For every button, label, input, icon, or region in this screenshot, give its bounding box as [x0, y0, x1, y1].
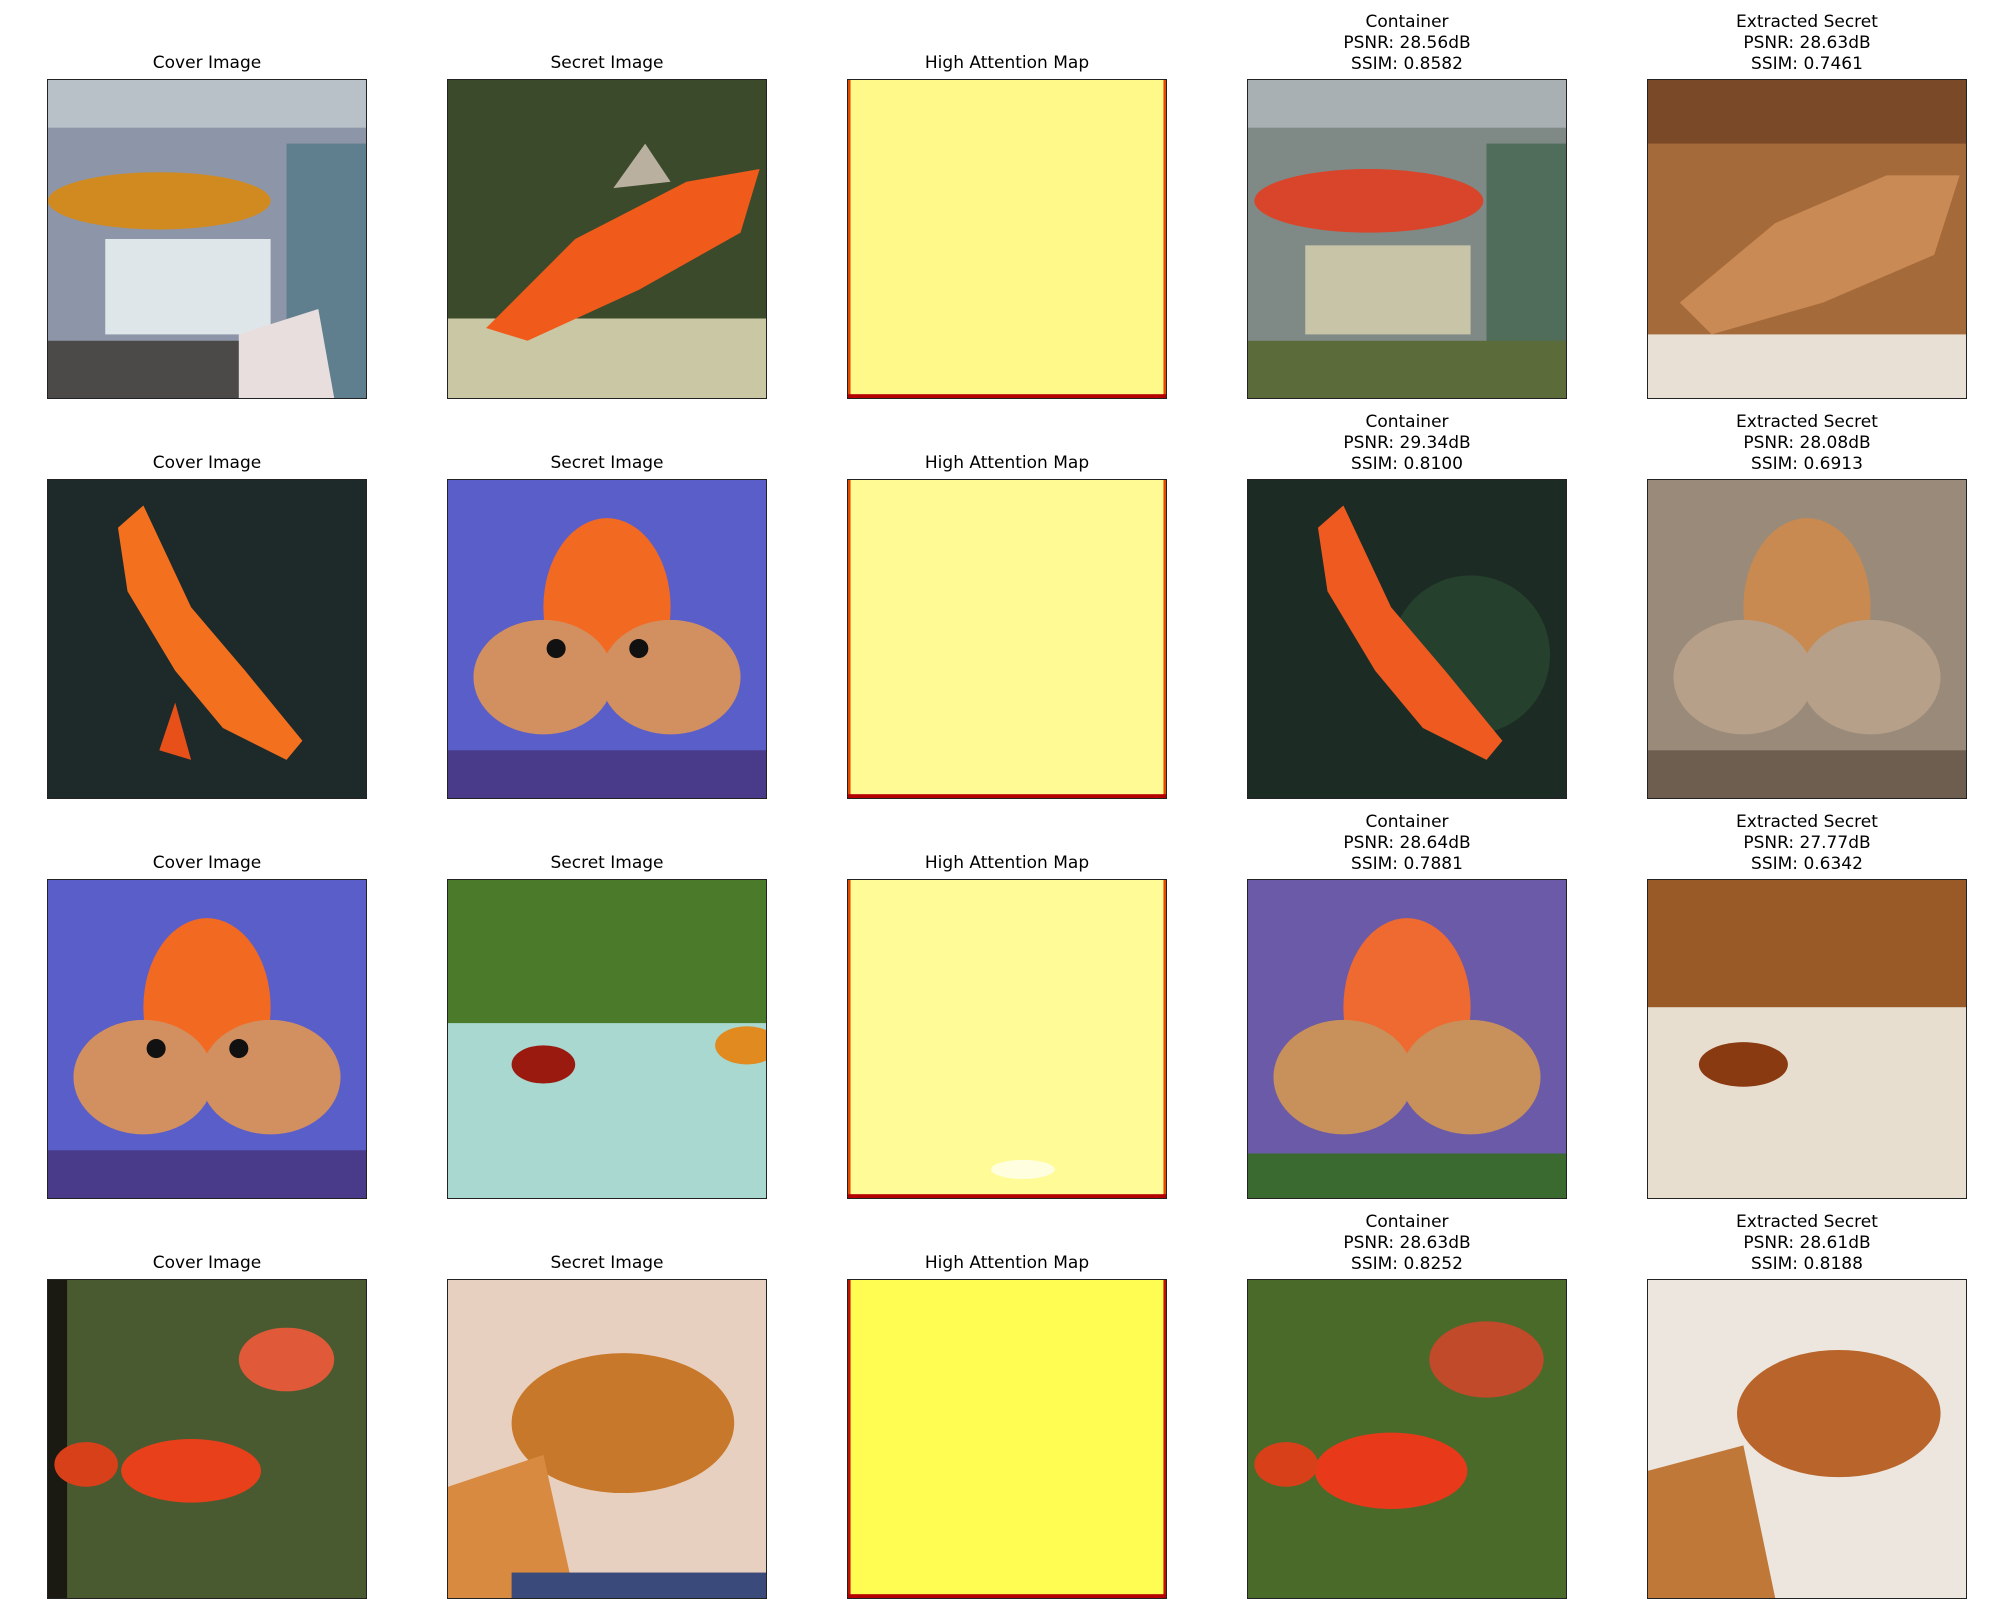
panel-title: Container PSNR: 29.34dB SSIM: 0.8100	[1343, 412, 1471, 474]
secret-image	[447, 1279, 767, 1599]
extracted-image	[1647, 1279, 1967, 1599]
panel-title: Extracted Secret PSNR: 28.61dB SSIM: 0.8…	[1736, 1212, 1878, 1274]
panel-title: Cover Image	[152, 853, 262, 873]
cover-image	[47, 879, 367, 1199]
attention-map	[847, 1279, 1167, 1599]
panel-title: Extracted Secret PSNR: 28.08dB SSIM: 0.6…	[1736, 412, 1878, 474]
cover-image	[47, 479, 367, 799]
extracted-image	[1647, 79, 1967, 399]
panel-title: Cover Image	[152, 453, 262, 473]
panel-title: Cover Image	[152, 1253, 262, 1273]
panel-title: Secret Image	[550, 453, 664, 473]
panel-title: Container PSNR: 28.63dB SSIM: 0.8252	[1343, 1212, 1471, 1274]
cover-image	[47, 79, 367, 399]
panel-title: Extracted Secret PSNR: 28.63dB SSIM: 0.7…	[1736, 12, 1878, 74]
panel-title: High Attention Map	[924, 453, 1090, 473]
panel-title: High Attention Map	[924, 53, 1090, 73]
secret-image	[447, 479, 767, 799]
container-image	[1247, 1279, 1567, 1599]
attention-map	[847, 479, 1167, 799]
panel-title: Secret Image	[550, 53, 664, 73]
panel-title: Extracted Secret PSNR: 27.77dB SSIM: 0.6…	[1736, 812, 1878, 874]
secret-image	[447, 79, 767, 399]
panel-title: Secret Image	[550, 1253, 664, 1273]
panel-title: Container PSNR: 28.64dB SSIM: 0.7881	[1343, 812, 1471, 874]
panel-title: High Attention Map	[924, 853, 1090, 873]
extracted-image	[1647, 479, 1967, 799]
panel-title: Container PSNR: 28.56dB SSIM: 0.8582	[1343, 12, 1471, 74]
container-image	[1247, 879, 1567, 1199]
attention-map	[847, 879, 1167, 1199]
cover-image	[47, 1279, 367, 1599]
attention-map	[847, 79, 1167, 399]
panel-title: Cover Image	[152, 53, 262, 73]
extracted-image	[1647, 879, 1967, 1199]
container-image	[1247, 479, 1567, 799]
container-image	[1247, 79, 1567, 399]
secret-image	[447, 879, 767, 1199]
panel-title: High Attention Map	[924, 1253, 1090, 1273]
panel-title: Secret Image	[550, 853, 664, 873]
